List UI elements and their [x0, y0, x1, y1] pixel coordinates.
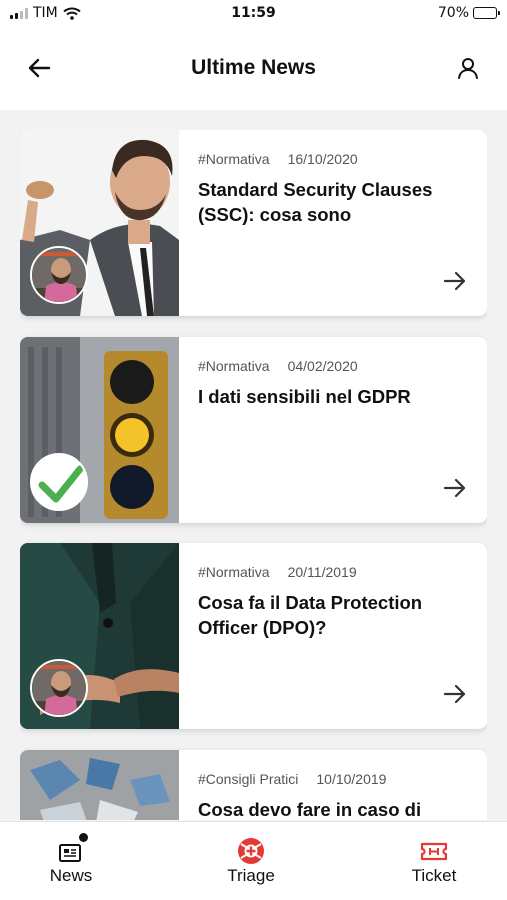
news-category: #Normativa: [198, 151, 270, 167]
battery-percent: 70%: [437, 5, 469, 21]
news-title: Standard Security Clauses (SSC): cosa so…: [198, 179, 433, 225]
notification-dot: [79, 833, 88, 842]
news-category: #Normativa: [198, 358, 270, 374]
arrow-right-icon: [443, 271, 466, 291]
ticket-icon: [420, 842, 448, 861]
news-card[interactable]: #Consigli Pratici 10/10/2019 Cosa devo fa…: [20, 750, 487, 820]
broken-glass-photo: [20, 750, 179, 820]
suit-buttons-photo: [20, 543, 179, 729]
news-card[interactable]: #Normativa 20/11/2019 Cosa fa il Data Pro…: [20, 543, 487, 729]
news-date: 16/10/2020: [287, 151, 358, 167]
profile-button[interactable]: [453, 54, 483, 82]
user-icon: [458, 58, 478, 79]
tab-label: Triage: [227, 866, 275, 885]
author-avatar: [30, 246, 88, 304]
tab-bar: News Triage Ticket: [0, 821, 507, 900]
tab-ticket[interactable]: Ticket: [374, 822, 494, 900]
news-category: #Normativa: [198, 564, 270, 580]
news-card[interactable]: #Normativa 04/02/2020 I dati sensibili ne…: [20, 337, 487, 523]
news-feed[interactable]: #Normativa 16/10/2020 Standard Security C…: [20, 130, 487, 820]
news-category: #Consigli Pratici: [198, 771, 299, 787]
news-date: 20/11/2019: [287, 564, 357, 580]
news-title: I dati sensibili nel GDPR: [198, 386, 411, 407]
arrow-right-icon: [443, 684, 466, 704]
lifebuoy-icon: [238, 838, 264, 864]
battery-icon: [473, 7, 500, 19]
app-header: Ultime News: [0, 26, 507, 110]
arrow-right-icon: [443, 478, 466, 498]
traffic-light-photo: [20, 337, 179, 523]
open-news-button[interactable]: [441, 268, 469, 294]
status-bar: TIM 11:59 70%: [0, 0, 507, 26]
page-title: Ultime News: [191, 56, 316, 79]
tab-triage[interactable]: Triage: [191, 822, 311, 900]
open-news-button[interactable]: [441, 475, 469, 501]
news-card[interactable]: #Normativa 16/10/2020 Standard Security C…: [20, 130, 487, 316]
checkmark-badge: [30, 453, 88, 511]
tab-label: News: [49, 866, 93, 885]
news-title: Cosa fa il Data Protection Officer (DPO)…: [198, 592, 423, 638]
status-time: 11:59: [231, 5, 276, 21]
news-date: 10/10/2019: [316, 771, 387, 787]
author-avatar: [30, 659, 88, 717]
news-title: Cosa devo fare in caso di: [198, 799, 422, 820]
tab-news[interactable]: News: [11, 822, 131, 900]
tab-label: Ticket: [411, 866, 457, 885]
businessman-photo: [20, 130, 179, 316]
open-news-button[interactable]: [441, 681, 469, 707]
news-date: 04/02/2020: [287, 358, 358, 374]
